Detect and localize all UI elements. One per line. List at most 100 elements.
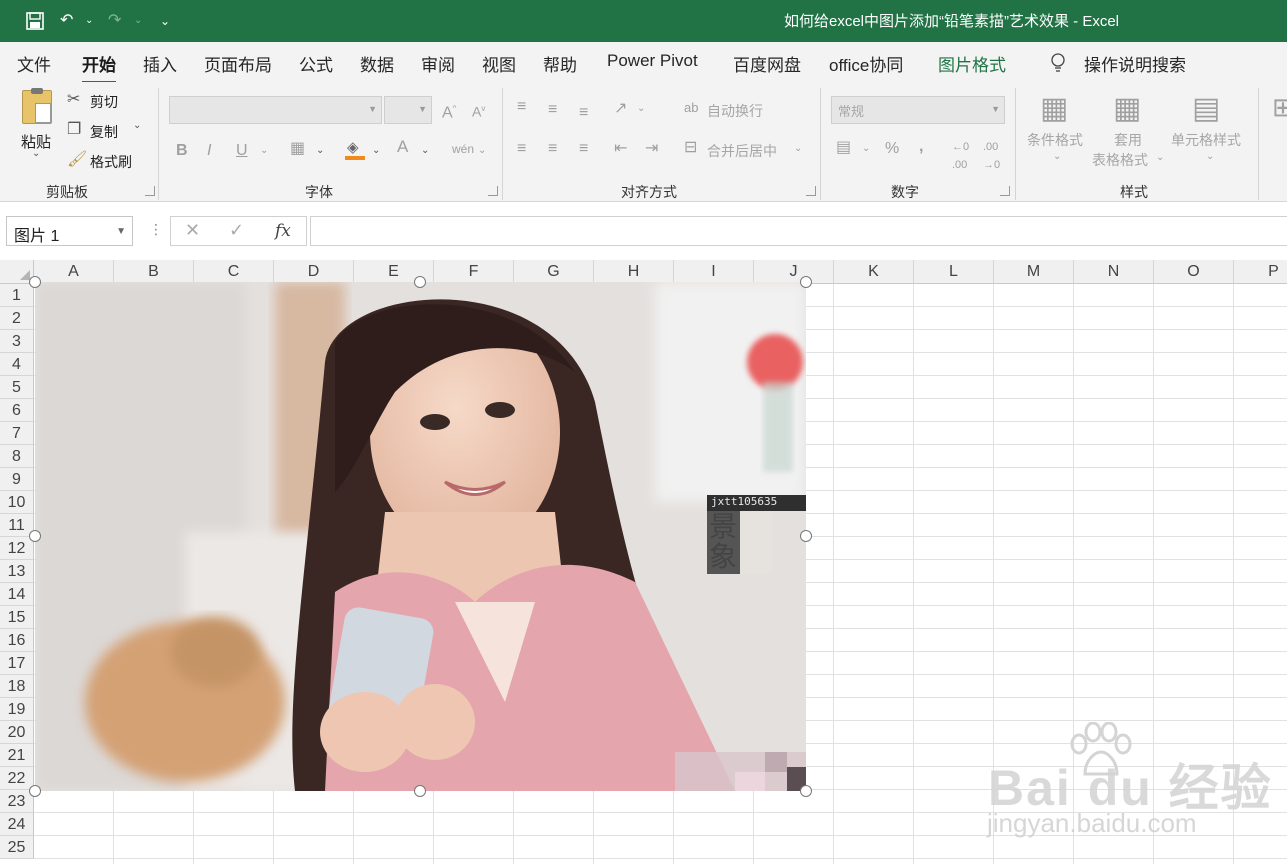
resize-handle-bottom-left[interactable] — [29, 785, 41, 797]
save-icon[interactable] — [26, 12, 44, 30]
fill-color-dropdown-icon[interactable]: ⌄ — [372, 142, 380, 160]
increase-decimal-icon[interactable]: ←0.00 — [952, 138, 969, 174]
wrap-text-button[interactable]: 自动换行 — [707, 101, 763, 121]
font-size-combo[interactable]: ▼ — [384, 96, 432, 124]
row-header[interactable]: 5 — [0, 376, 34, 399]
row-header[interactable]: 15 — [0, 606, 34, 629]
row-header[interactable]: 21 — [0, 744, 34, 767]
column-header[interactable]: M — [994, 260, 1074, 284]
fill-color-icon[interactable]: ◈ — [345, 138, 365, 160]
tab-insert[interactable]: 插入 — [143, 51, 177, 76]
increase-indent-icon[interactable]: ⇥ — [645, 140, 658, 158]
tab-page-layout[interactable]: 页面布局 — [204, 51, 272, 76]
row-header[interactable]: 18 — [0, 675, 34, 698]
format-as-table-line2[interactable]: 表格格式 — [1092, 150, 1148, 170]
column-header[interactable]: N — [1074, 260, 1154, 284]
tab-office-collab[interactable]: office协同 — [829, 51, 903, 76]
resize-handle-bottom[interactable] — [414, 785, 426, 797]
redo-icon[interactable]: ↷ — [108, 10, 121, 32]
resize-handle-left[interactable] — [29, 530, 41, 542]
font-name-combo[interactable]: ▼ — [169, 96, 382, 124]
conditional-formatting-button[interactable]: 条件格式 — [1027, 130, 1083, 150]
tab-home[interactable]: 开始 — [82, 51, 116, 84]
column-header[interactable]: G — [514, 260, 594, 284]
undo-icon[interactable]: ↶ — [60, 10, 73, 32]
formula-input[interactable] — [310, 216, 1287, 246]
accounting-format-icon[interactable]: ▤ — [836, 139, 851, 157]
row-header[interactable]: 8 — [0, 445, 34, 468]
tab-file[interactable]: 文件 — [17, 51, 51, 76]
align-middle-icon[interactable]: ≡ — [548, 101, 557, 119]
row-header[interactable]: 10 — [0, 491, 34, 514]
accounting-dropdown-icon[interactable]: ⌄ — [862, 140, 870, 158]
number-launcher-icon[interactable] — [1000, 186, 1010, 196]
border-dropdown-icon[interactable]: ⌄ — [316, 142, 324, 160]
underline-dropdown-icon[interactable]: ⌄ — [260, 142, 268, 160]
column-header[interactable]: F — [434, 260, 514, 284]
column-header[interactable]: L — [914, 260, 994, 284]
cell-styles-button[interactable]: 单元格样式 — [1171, 130, 1241, 150]
column-header[interactable]: A — [34, 260, 114, 284]
row-header[interactable]: 24 — [0, 813, 34, 836]
column-header[interactable]: C — [194, 260, 274, 284]
conditional-formatting-dropdown-icon[interactable]: ⌄ — [1053, 148, 1061, 166]
resize-handle-right[interactable] — [800, 530, 812, 542]
tab-review[interactable]: 审阅 — [421, 51, 455, 76]
align-center-icon[interactable]: ≡ — [548, 140, 557, 158]
more-options-icon[interactable]: ⋮ — [149, 221, 163, 238]
insert-cells-icon[interactable]: ⊞ — [1272, 92, 1287, 122]
row-header[interactable]: 20 — [0, 721, 34, 744]
clipboard-launcher-icon[interactable] — [145, 186, 155, 196]
format-painter-button[interactable]: 格式刷 — [90, 152, 132, 172]
tab-help[interactable]: 帮助 — [543, 51, 577, 76]
row-header[interactable]: 14 — [0, 583, 34, 606]
orientation-icon[interactable]: ↗ — [614, 100, 627, 118]
merge-dropdown-icon[interactable]: ⌄ — [794, 140, 802, 158]
column-header[interactable]: K — [834, 260, 914, 284]
font-color-dropdown-icon[interactable]: ⌄ — [421, 142, 429, 160]
orientation-dropdown-icon[interactable]: ⌄ — [637, 100, 645, 118]
tell-me-search[interactable]: 操作说明搜索 — [1084, 51, 1186, 76]
enter-icon[interactable]: ✓ — [229, 220, 244, 241]
number-format-combo[interactable]: 常规 ▼ — [831, 96, 1005, 124]
bold-icon[interactable]: B — [176, 142, 188, 160]
tab-formulas[interactable]: 公式 — [299, 51, 333, 76]
row-header[interactable]: 1 — [0, 284, 34, 307]
paste-icon[interactable] — [22, 88, 52, 124]
comma-style-icon[interactable]: , — [919, 138, 923, 156]
percent-icon[interactable]: % — [885, 140, 899, 158]
column-header[interactable]: D — [274, 260, 354, 284]
cell-styles-icon[interactable]: ▤ — [1192, 92, 1220, 126]
italic-icon[interactable]: I — [207, 142, 211, 160]
cell-styles-dropdown-icon[interactable]: ⌄ — [1206, 148, 1214, 166]
insert-function-icon[interactable]: fx — [275, 221, 291, 241]
undo-dropdown-icon[interactable]: ⌄ — [85, 10, 93, 32]
row-header[interactable]: 3 — [0, 330, 34, 353]
underline-icon[interactable]: U — [236, 142, 248, 160]
column-header[interactable]: J — [754, 260, 834, 284]
row-header[interactable]: 4 — [0, 353, 34, 376]
phonetic-dropdown-icon[interactable]: ⌄ — [478, 142, 486, 160]
resize-handle-top-left[interactable] — [29, 276, 41, 288]
row-header[interactable]: 12 — [0, 537, 34, 560]
format-as-table-line1[interactable]: 套用 — [1114, 130, 1142, 150]
tab-view[interactable]: 视图 — [482, 51, 516, 76]
border-icon[interactable]: ▦ — [290, 140, 305, 158]
resize-handle-top[interactable] — [414, 276, 426, 288]
tab-power-pivot[interactable]: Power Pivot — [607, 51, 698, 71]
tab-picture-format[interactable]: 图片格式 — [938, 51, 1006, 76]
customize-quick-access-icon[interactable]: ⌄ — [160, 10, 170, 32]
format-as-table-icon[interactable]: ▦ — [1113, 92, 1141, 126]
align-top-icon[interactable]: ≡ — [517, 98, 526, 116]
shrink-font-icon[interactable]: Av — [472, 100, 485, 121]
row-header[interactable]: 25 — [0, 836, 34, 859]
alignment-launcher-icon[interactable] — [806, 186, 816, 196]
row-header[interactable]: 9 — [0, 468, 34, 491]
format-as-table-dropdown-icon[interactable]: ⌄ — [1156, 149, 1164, 167]
cancel-icon[interactable]: ✕ — [185, 220, 200, 241]
copy-dropdown-icon[interactable]: ⌄ — [133, 120, 141, 131]
column-header[interactable]: O — [1154, 260, 1234, 284]
font-color-icon[interactable]: A — [397, 138, 408, 156]
font-launcher-icon[interactable] — [488, 186, 498, 196]
resize-handle-bottom-right[interactable] — [800, 785, 812, 797]
